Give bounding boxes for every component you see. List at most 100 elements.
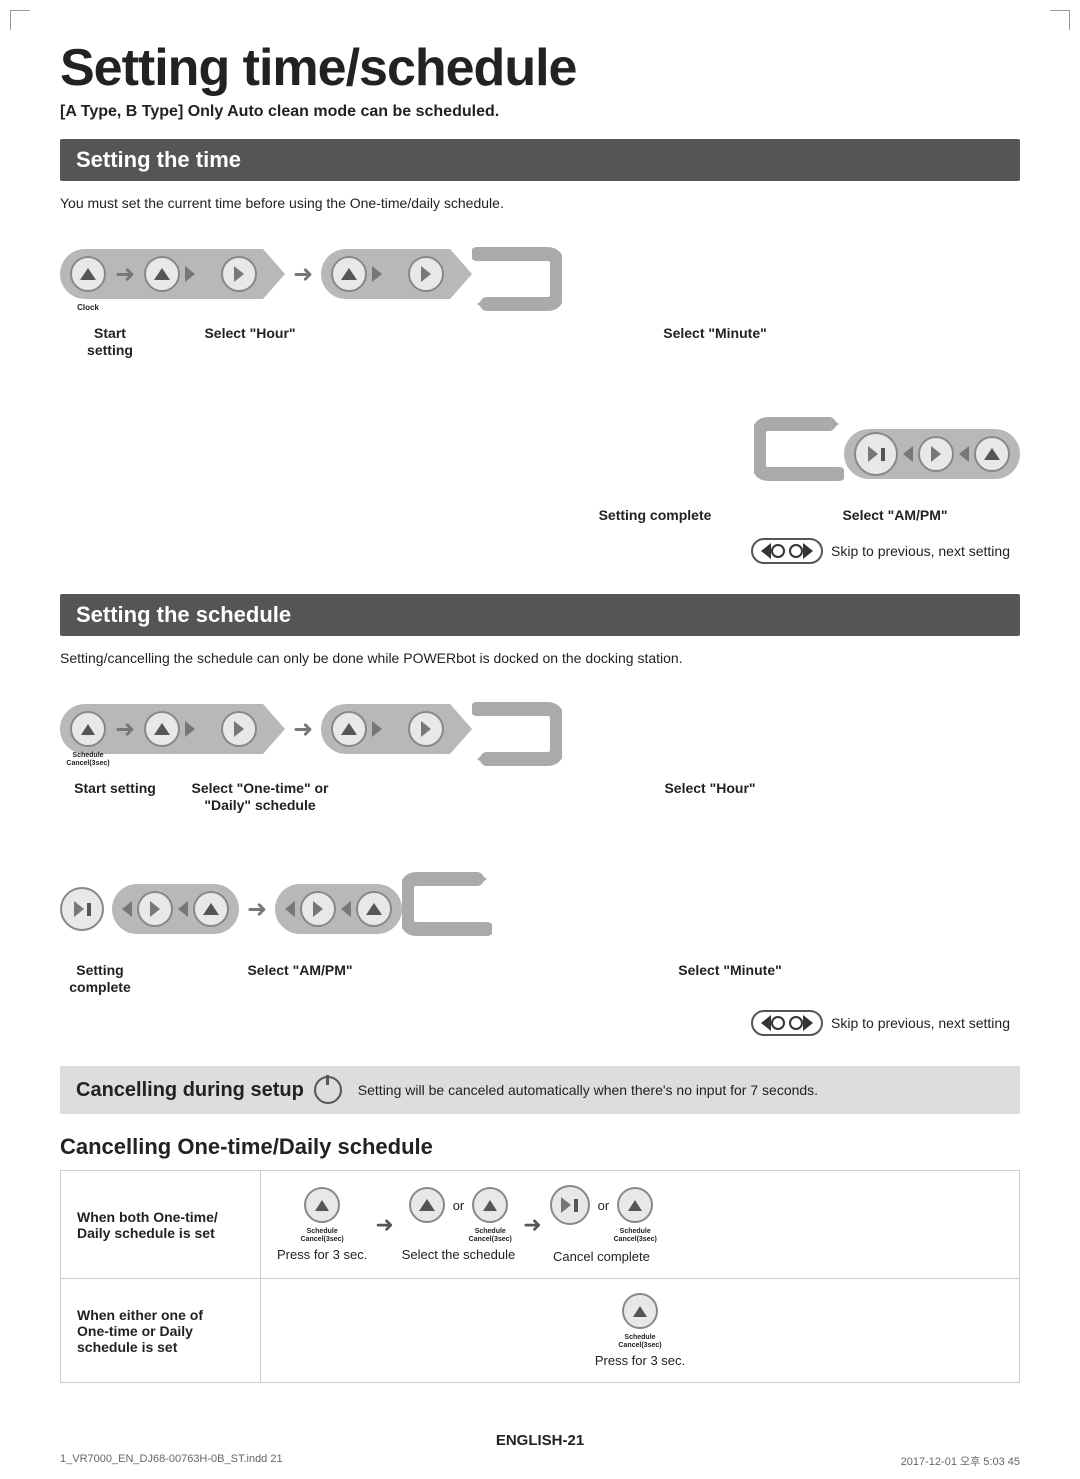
s-up-btn-r2[interactable] <box>193 891 229 927</box>
cap1-wrap <box>215 249 285 299</box>
cancel-sched-btn-2[interactable]: ScheduleCancel(3sec) <box>472 1187 508 1223</box>
time-diagram-row2: Setting complete Select "AM/PM" Skip to … <box>60 409 1020 564</box>
clock-icon <box>80 268 96 280</box>
cancel-pp-btn[interactable] <box>550 1185 590 1225</box>
play-part <box>868 446 878 462</box>
cancel-sched-icon-3 <box>628 1200 642 1211</box>
cap2-wrap <box>402 249 472 299</box>
sched-play-2[interactable] <box>408 711 444 747</box>
arr-r-1 <box>185 266 195 282</box>
time-band1: Clock ➜ <box>60 249 195 299</box>
cancelling-note: Setting will be canceled automatically w… <box>358 1082 1004 1098</box>
s-up-btn-r2b[interactable] <box>356 891 392 927</box>
sched-labels-row1: Start setting Select "One-time" or "Dail… <box>60 780 1020 814</box>
sched-lbl-complete: Setting complete <box>60 962 140 996</box>
s-d-play-icon-1 <box>150 901 160 917</box>
sched-conn2 <box>382 704 402 754</box>
sched-big-arr-2: ➜ <box>247 895 267 924</box>
sched-play-icon-2 <box>421 721 431 737</box>
time-labels-row1: Start setting Select "Hour" Select "Minu… <box>60 325 1020 359</box>
footer-text: ENGLISH-21 <box>496 1432 584 1449</box>
corner-mark-tr <box>1050 10 1070 30</box>
time-band3 <box>844 429 1020 479</box>
arrow1: ➜ <box>115 260 135 289</box>
cap2-inner <box>402 249 450 299</box>
cancel-sched-btn-4[interactable]: ScheduleCancel(3sec) <box>622 1293 658 1329</box>
cancel-condition-2b: One-time or Dailyschedule is set <box>77 1323 193 1355</box>
up-icon-1 <box>154 268 170 280</box>
cancel-step4-note: Press for 3 sec. <box>595 1353 685 1368</box>
play-btn-1[interactable] <box>221 256 257 292</box>
cancel-sched-btn-3[interactable]: ScheduleCancel(3sec) <box>617 1187 653 1223</box>
cancel-row-2: When either one of One-time or Dailysche… <box>61 1279 1020 1383</box>
up-btn-2[interactable] <box>331 256 367 292</box>
sched-play-1[interactable] <box>221 711 257 747</box>
schedule-label: ScheduleCancel(3sec) <box>66 752 109 767</box>
schedule-diagram-row2: ➜ <box>60 864 1020 1036</box>
cancel-steps-2: ScheduleCancel(3sec) Press for 3 sec. <box>261 1279 1020 1383</box>
skip-row-schedule: Skip to previous, next setting <box>60 1010 1020 1036</box>
clock-button[interactable]: Clock <box>70 256 106 292</box>
footer-meta-left: 1_VR7000_EN_DJ68-00763H-0B_ST.indd 21 <box>60 1453 283 1469</box>
setting-time-note: You must set the current time before usi… <box>60 195 1020 211</box>
setting-schedule-header: Setting the schedule <box>60 594 1020 636</box>
cancel-up-icon <box>419 1199 435 1211</box>
footer-meta: 1_VR7000_EN_DJ68-00763H-0B_ST.indd 21 20… <box>60 1453 1020 1469</box>
sched-up-2[interactable] <box>331 711 367 747</box>
s-arr-l-4 <box>341 901 351 917</box>
sched-band1: ScheduleCancel(3sec) ➜ <box>60 704 195 754</box>
sched-lbl-start: Start setting <box>70 780 160 797</box>
cancel-step1-flow: ScheduleCancel(3sec) Press for 3 sec. ➜ … <box>277 1185 1003 1264</box>
label-select-minute: Select "Minute" <box>350 325 1020 342</box>
sched-band3 <box>112 884 239 934</box>
sched-up-1[interactable] <box>144 711 180 747</box>
curve-arrow-2 <box>754 409 844 499</box>
sched-curve-2 <box>402 864 492 954</box>
sched-skip-label: Skip to previous, next setting <box>831 1015 1010 1031</box>
sched-pp-play <box>74 901 84 917</box>
sched-play-pause-btn[interactable] <box>60 887 104 931</box>
sched-pp-wrap <box>60 887 104 931</box>
sched-skip-prev-arrow <box>761 1015 771 1031</box>
cancel-up-btn[interactable] <box>409 1187 445 1223</box>
cancel-step1-note: Press for 3 sec. <box>277 1247 367 1262</box>
page-subtitle: [A Type, B Type] Only Auto clean mode ca… <box>60 103 1020 121</box>
play-pause-btn[interactable] <box>854 432 898 476</box>
sched-pp-icon <box>74 901 91 917</box>
cancel-step2-note: Select the schedule <box>402 1247 515 1262</box>
cancel-step3: or ScheduleCancel(3sec) Cancel complete <box>550 1185 654 1264</box>
s-d-play-2[interactable] <box>300 891 336 927</box>
sched-cap2-inner <box>402 704 450 754</box>
cancel-arr-1: ➜ <box>375 1212 393 1238</box>
sched-skip-next <box>789 1015 813 1031</box>
up-btn-1[interactable] <box>144 256 180 292</box>
cap2 <box>450 249 472 299</box>
schedule-btn[interactable]: ScheduleCancel(3sec) <box>70 711 106 747</box>
skip-prev-circle <box>771 544 785 558</box>
connector2 <box>382 249 402 299</box>
schedule-flow-row2: ➜ <box>60 864 1020 954</box>
s-d-play-1[interactable] <box>137 891 173 927</box>
skip-next-arrow <box>803 543 813 559</box>
cancel-table: When both One-time/Daily schedule is set… <box>60 1170 1020 1383</box>
cancel-steps-1: ScheduleCancel(3sec) Press for 3 sec. ➜ … <box>261 1171 1020 1279</box>
cancel-sched-btn-1[interactable]: ScheduleCancel(3sec) <box>304 1187 340 1223</box>
play-icon-1 <box>234 266 244 282</box>
sched-lbl-onetime: Select "One-time" or "Daily" schedule <box>160 780 360 814</box>
up-btn-3[interactable] <box>974 436 1010 472</box>
d-play-btn[interactable] <box>918 436 954 472</box>
corner-mark-tl <box>10 10 30 30</box>
skip-prev-arrow <box>761 543 771 559</box>
cancel-step2-icons: or ScheduleCancel(3sec) <box>409 1187 509 1223</box>
schedule-icon <box>81 724 95 735</box>
s-arr-l-2 <box>178 901 188 917</box>
footer-meta-right: 2017-12-01 오후 5:03 45 <box>901 1453 1020 1469</box>
sched-lbl-ampm: Select "AM/PM" <box>160 962 440 979</box>
sched-skip-icons <box>751 1010 823 1036</box>
cancel-sched-icon-2 <box>483 1200 497 1211</box>
sched-skip-prev <box>761 1015 785 1031</box>
footer: ENGLISH-21 <box>0 1432 1080 1449</box>
sched-skip-next-circle <box>789 1016 803 1030</box>
cancel-sched-lbl-1: ScheduleCancel(3sec) <box>301 1228 344 1243</box>
play-btn-2[interactable] <box>408 256 444 292</box>
